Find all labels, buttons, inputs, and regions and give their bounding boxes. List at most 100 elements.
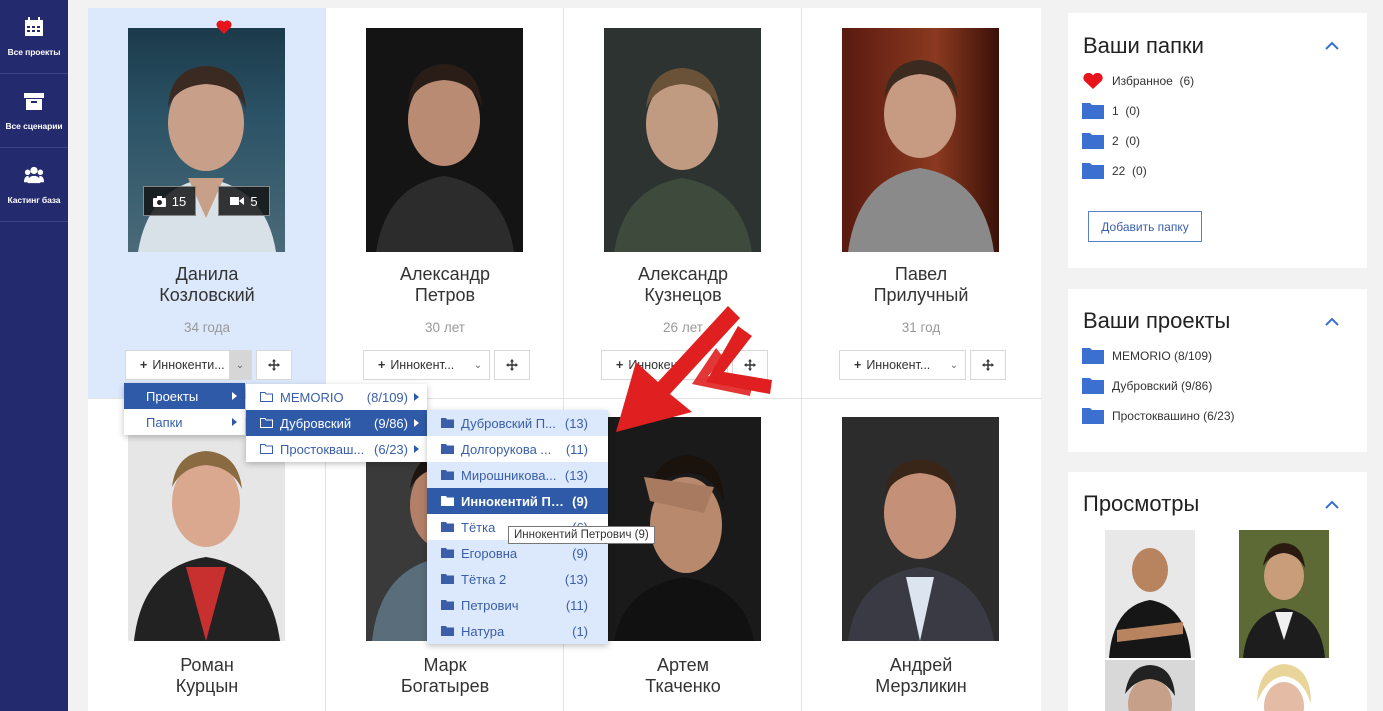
chevron-up-icon[interactable] [1325, 41, 1339, 50]
actor-photo[interactable] [128, 28, 285, 252]
plus-icon: + [854, 358, 862, 372]
calendar-icon [25, 16, 43, 36]
card-controls: + Иннокент... ⌄ [363, 350, 530, 380]
menu-item-count: (9) [572, 493, 588, 509]
folder-outline-icon [260, 418, 273, 428]
projects-panel: Ваши проекты MEMORIO (8/109) Дубровский … [1068, 289, 1367, 452]
sidebar-item-all-scripts[interactable]: Все сценарии [0, 74, 68, 148]
chevron-down-icon[interactable]: ⌄ [943, 351, 965, 379]
viewed-actor-thumb[interactable] [1239, 660, 1329, 711]
menu-item-role[interactable]: Натура (1) [427, 618, 608, 644]
menu-item-role[interactable]: Дубровский П... (13) [427, 410, 608, 436]
folder-item[interactable]: 1 (0) [1082, 103, 1140, 119]
menu-item-role[interactable]: Петрович (11) [427, 592, 608, 618]
folder-outline-icon [260, 392, 273, 402]
first-name: Павел [894, 264, 948, 284]
folder-outline-icon [260, 444, 273, 454]
photo-count-badge[interactable]: 15 [143, 186, 196, 216]
chevron-up-icon[interactable] [1325, 500, 1339, 509]
move-icon [982, 359, 994, 371]
video-count-badge[interactable]: 5 [218, 186, 270, 216]
project-item[interactable]: Простоквашино (6/23) [1082, 408, 1234, 424]
menu-item-folders[interactable]: Папки [124, 409, 245, 435]
actor-photo[interactable] [842, 417, 999, 641]
first-name: Артем [656, 655, 710, 675]
actor-photo[interactable] [366, 28, 523, 252]
actor-name[interactable]: Марк Богатырев [326, 655, 564, 697]
actor-name[interactable]: Андрей Мерзликин [802, 655, 1040, 697]
actor-photo[interactable] [842, 28, 999, 252]
folder-label: 2 [1112, 134, 1119, 148]
actor-name[interactable]: Павел Прилучный [802, 264, 1040, 306]
actor-name[interactable]: Александр Петров [326, 264, 564, 306]
sidebar-item-all-projects[interactable]: Все проекты [0, 0, 68, 74]
menu-item-role[interactable]: Иннокентий Пе... (9) [427, 488, 608, 514]
move-button[interactable] [494, 350, 530, 380]
folder-item[interactable]: 22 (0) [1082, 163, 1147, 179]
folder-icon [1082, 348, 1104, 364]
camera-icon [152, 195, 166, 207]
menu-item-label: Простокваш... [280, 441, 365, 457]
project-label: MEMORIO (8/109) [1112, 349, 1213, 363]
menu-item-project[interactable]: Простокваш... (6/23) [246, 436, 427, 462]
move-icon [506, 359, 518, 371]
folder-item[interactable]: 2 (0) [1082, 133, 1140, 149]
project-label: Простоквашино (6/23) [1112, 409, 1235, 423]
actor-name[interactable]: Артем Ткаченко [564, 655, 802, 697]
viewed-actor-thumb[interactable] [1239, 530, 1329, 658]
folder-count: (6) [1179, 74, 1195, 88]
viewed-actor-thumb[interactable] [1105, 530, 1195, 658]
move-icon [268, 359, 280, 371]
menu-item-role[interactable]: Тётка 2 (13) [427, 566, 608, 592]
menu-item-label: Долгорукова ... [461, 441, 552, 457]
folder-icon [1082, 163, 1104, 179]
chevron-up-icon[interactable] [1325, 317, 1339, 326]
add-to-project-select[interactable]: + Иннокент... ⌄ [839, 350, 966, 380]
first-name: Андрей [889, 655, 953, 675]
menu-item-project[interactable]: Дубровский (9/86) [246, 410, 427, 436]
chevron-right-icon [414, 419, 419, 427]
card-controls: + Иннокент... ⌄ [839, 350, 1006, 380]
actor-photo[interactable] [604, 28, 761, 252]
last-name: Курцын [175, 676, 239, 696]
actor-card: Александр Петров 30 лет + Иннокент... ⌄ [326, 8, 564, 399]
menu-item-count: (9/86) [374, 415, 408, 431]
add-folder-button[interactable]: Добавить папку [1088, 211, 1202, 242]
video-icon [230, 197, 245, 205]
menu-item-label: Проекты [146, 388, 199, 404]
folder-label: 22 [1112, 164, 1126, 178]
plus-icon: + [378, 358, 386, 372]
first-name: Марк [423, 655, 467, 675]
chevron-down-icon[interactable]: ⌄ [467, 351, 489, 379]
move-button[interactable] [970, 350, 1006, 380]
last-name: Прилучный [873, 285, 969, 305]
menu-item-role[interactable]: Долгорукова ... (11) [427, 436, 608, 462]
menu-item-label: MEMORIO [280, 389, 344, 405]
project-item[interactable]: Дубровский (9/86) [1082, 378, 1212, 394]
menu-item-project[interactable]: MEMORIO (8/109) [246, 384, 427, 410]
actor-name[interactable]: Роман Курцын [88, 655, 326, 697]
add-to-project-select[interactable]: + Иннокент... ⌄ [363, 350, 490, 380]
folder-icon [441, 626, 454, 636]
dropdown-level1: Проекты Папки [124, 383, 245, 435]
actor-card: Павел Прилучный 31 год + Иннокент... ⌄ [802, 8, 1041, 399]
project-item[interactable]: MEMORIO (8/109) [1082, 348, 1212, 364]
viewed-actor-thumb[interactable] [1105, 660, 1195, 711]
move-button[interactable] [256, 350, 292, 380]
folder-item-favorites[interactable]: Избранное (6) [1082, 73, 1194, 89]
sidebar-item-label: Кастинг база [7, 194, 61, 205]
menu-item-role[interactable]: Мирошникова... (13) [427, 462, 608, 488]
add-to-project-select[interactable]: + Иннокенти... ⌄ [125, 350, 252, 380]
sidebar: Все проекты Все сценарии Кастинг база [0, 0, 68, 711]
folder-icon [441, 470, 454, 480]
archive-icon [24, 92, 44, 110]
heart-icon[interactable] [216, 20, 232, 34]
sidebar-item-casting-base[interactable]: Кастинг база [0, 148, 68, 222]
actor-age: 34 года [184, 320, 230, 335]
folders-panel: Ваши папки Избранное (6) 1 (0) 2 (0) 22 … [1068, 13, 1367, 268]
video-count: 5 [250, 193, 258, 209]
actor-name[interactable]: Данила Козловский [88, 264, 326, 306]
select-label: Иннокенти... [152, 358, 225, 372]
menu-item-projects[interactable]: Проекты [124, 383, 245, 409]
chevron-down-icon[interactable]: ⌄ [229, 351, 251, 379]
